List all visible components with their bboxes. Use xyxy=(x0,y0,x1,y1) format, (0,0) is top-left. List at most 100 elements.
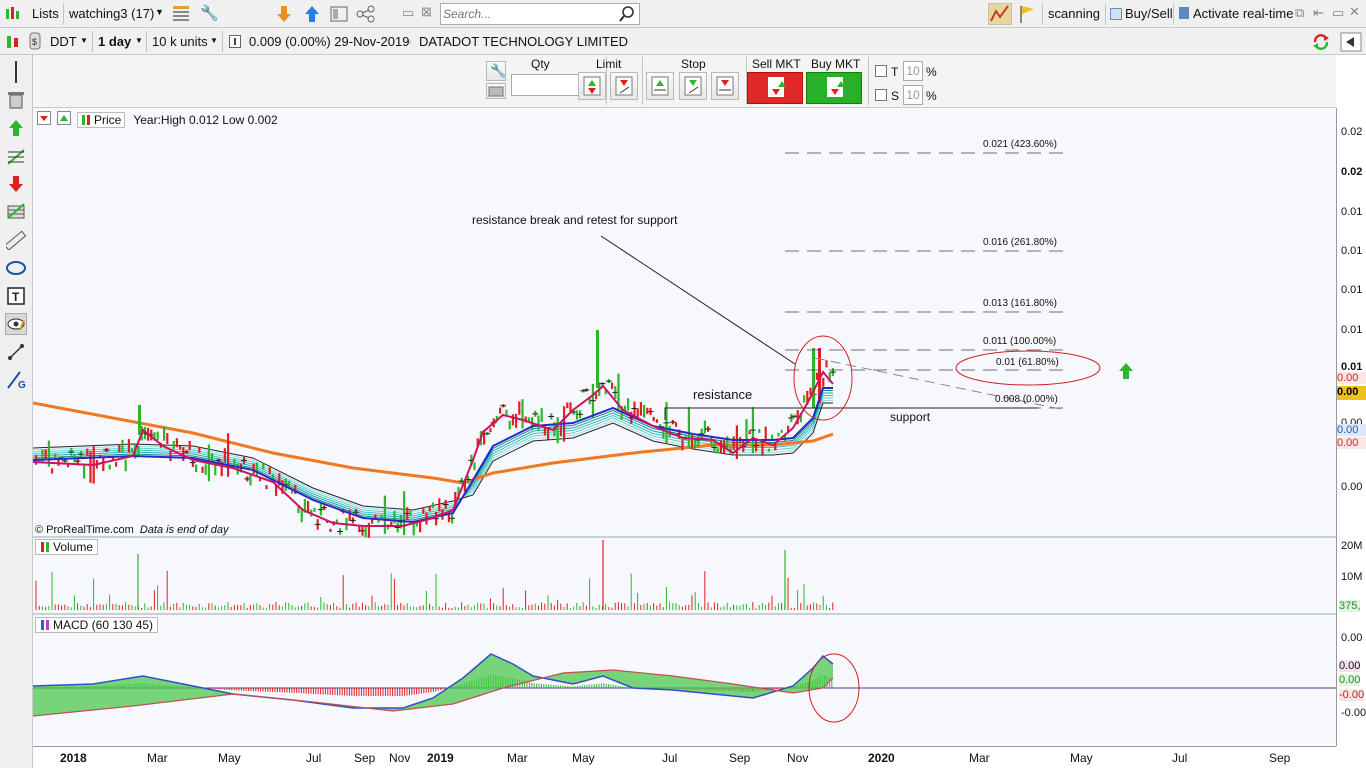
lists-button[interactable]: Lists xyxy=(32,6,59,21)
top-toolbar: Lists watching3 (17) ▼ 🔧 ▭ ⊠ scanning Bu… xyxy=(0,0,1366,28)
info-icon[interactable] xyxy=(229,35,241,48)
volume-panel-header[interactable]: Volume xyxy=(35,539,99,555)
trash-icon[interactable] xyxy=(5,88,27,110)
ticker-chevron-icon[interactable]: ▼ xyxy=(80,36,88,45)
buy-arrow-tool-icon[interactable] xyxy=(5,117,27,139)
price-indicator-tab[interactable]: Price xyxy=(77,111,126,128)
buy-mkt-button[interactable] xyxy=(806,72,862,104)
stoploss-field[interactable]: 10 xyxy=(903,85,923,105)
fib-level-label[interactable]: 0.008 (0.00%) xyxy=(995,394,1058,405)
fib-level-label[interactable]: 0.021 (423.60%) xyxy=(983,139,1057,150)
ticker-select[interactable]: DDT xyxy=(50,34,77,49)
limit-sell-button[interactable] xyxy=(610,72,638,100)
price-series xyxy=(33,330,836,538)
price-candle xyxy=(380,514,383,519)
stop-trail-button[interactable] xyxy=(711,72,739,100)
price-candle xyxy=(121,439,124,452)
watchlist-select[interactable]: watching3 (17) xyxy=(69,6,154,21)
gann-tool-icon[interactable]: G xyxy=(5,369,27,391)
keyboard-button[interactable] xyxy=(486,83,506,99)
close-icon[interactable]: ⊠ xyxy=(421,4,432,20)
price-candle xyxy=(329,528,332,532)
candles-icon[interactable] xyxy=(4,33,22,51)
vertical-line-tool-icon[interactable] xyxy=(5,61,27,83)
alarm-icon[interactable]: $ xyxy=(28,31,42,51)
target-field[interactable]: 10 xyxy=(903,61,923,81)
price-candle xyxy=(156,431,159,441)
price-axis[interactable]: 0.02 0.02 0.01 0.01 0.01 0.01 0.01 0.00 … xyxy=(1336,108,1366,746)
realtime-icon[interactable] xyxy=(1178,6,1190,20)
price-tick: 0.00 xyxy=(1341,481,1363,493)
chart-canvas[interactable] xyxy=(33,108,1336,746)
search-box[interactable] xyxy=(440,3,640,25)
arrow-up-icon[interactable] xyxy=(303,4,321,24)
limit-buy-button[interactable] xyxy=(578,72,606,100)
order-settings-button[interactable]: 🔧 xyxy=(486,61,506,81)
buysell-checkbox[interactable] xyxy=(1110,8,1122,20)
window-tools-icon[interactable]: ⧉ xyxy=(1295,5,1304,21)
price-candle xyxy=(681,439,684,451)
timeframe-chevron-icon[interactable]: ▼ xyxy=(135,36,143,45)
units-select[interactable]: 10 k units xyxy=(152,34,208,49)
price-candle xyxy=(508,420,511,430)
wrench-icon[interactable]: 🔧 xyxy=(200,4,219,22)
fib-fan-tool-icon[interactable] xyxy=(5,145,27,167)
target-checkbox[interactable] xyxy=(875,65,887,80)
price-candle xyxy=(732,436,735,450)
close-window-icon[interactable]: ✕ xyxy=(1349,4,1360,20)
macd-tag: 0.00 xyxy=(1339,660,1361,672)
price-candle xyxy=(675,422,678,427)
expand-panel-icon[interactable] xyxy=(1340,32,1362,52)
scanning-button[interactable]: scanning xyxy=(1048,6,1100,21)
pin-icon[interactable]: ⇤ xyxy=(1313,5,1324,21)
sell-mkt-button[interactable] xyxy=(747,72,803,104)
price-candle xyxy=(611,382,614,390)
minimize-icon[interactable]: ▭ xyxy=(402,5,414,21)
ruler-tool-icon[interactable] xyxy=(5,229,27,251)
annotation-resistance[interactable]: resistance xyxy=(693,387,752,402)
units-chevron-icon[interactable]: ▼ xyxy=(210,36,218,45)
annotation-support[interactable]: support xyxy=(890,410,930,424)
stop-sell-button[interactable] xyxy=(679,72,707,100)
activate-realtime-button[interactable]: Activate real-time xyxy=(1193,6,1293,21)
fib-level-label[interactable]: 0.011 (100.00%) xyxy=(983,336,1056,347)
sell-arrow-tool-icon[interactable] xyxy=(5,173,27,195)
flag-icon[interactable] xyxy=(1018,4,1036,24)
annotation-pointer-line xyxy=(600,235,796,365)
fib-retracement-tool-icon[interactable] xyxy=(5,201,27,223)
eye-tool-icon[interactable] xyxy=(5,313,27,335)
annotation-main[interactable]: resistance break and retest for support xyxy=(472,213,677,227)
stoploss-checkbox[interactable] xyxy=(875,89,887,104)
maximize-icon[interactable]: ▭ xyxy=(1332,5,1344,21)
text-tool-icon[interactable]: T xyxy=(5,285,27,307)
stop-label: Stop xyxy=(681,57,706,71)
ellipse-tool-icon[interactable] xyxy=(5,257,27,279)
arrow-down-icon[interactable] xyxy=(275,4,293,24)
fib-level-label[interactable]: 0.016 (261.80%) xyxy=(983,237,1057,248)
collapse-up-icon[interactable] xyxy=(57,111,71,128)
time-axis[interactable]: 2018 Mar May Jul Sep Nov 2019 Mar May Ju… xyxy=(33,746,1336,768)
refresh-icon[interactable] xyxy=(1310,31,1332,53)
timeframe-select[interactable]: 1 day xyxy=(98,34,131,49)
search-input[interactable] xyxy=(443,6,613,22)
chart-area[interactable]: Price Year:High 0.012 Low 0.002 © ProRea… xyxy=(33,108,1336,746)
stop-buy-button[interactable] xyxy=(646,72,674,100)
fib-level-label[interactable]: 0.01 (61.80%) xyxy=(996,357,1059,368)
chevron-down-icon[interactable]: ▼ xyxy=(155,7,164,17)
fib-level-label[interactable]: 0.013 (161.80%) xyxy=(983,298,1057,309)
collapse-down-icon[interactable] xyxy=(37,111,51,128)
buysell-button[interactable]: Buy/Sell xyxy=(1125,6,1173,21)
layout-icon[interactable] xyxy=(330,5,348,23)
watchlist-edit-icon[interactable] xyxy=(171,3,193,25)
price-candle xyxy=(89,450,92,483)
time-tick: Nov xyxy=(787,751,809,765)
search-icon[interactable] xyxy=(619,5,635,26)
segment-tool-icon[interactable] xyxy=(5,341,27,363)
qty-label: Qty xyxy=(531,57,550,71)
macd-tag: -0.00 xyxy=(1339,689,1365,701)
lists-icon[interactable] xyxy=(4,5,22,23)
macd-panel-header[interactable]: MACD (60 130 45) xyxy=(35,617,159,633)
price-candle xyxy=(265,485,268,490)
drawing-mode-icon[interactable] xyxy=(988,3,1012,25)
share-icon[interactable] xyxy=(356,5,376,23)
